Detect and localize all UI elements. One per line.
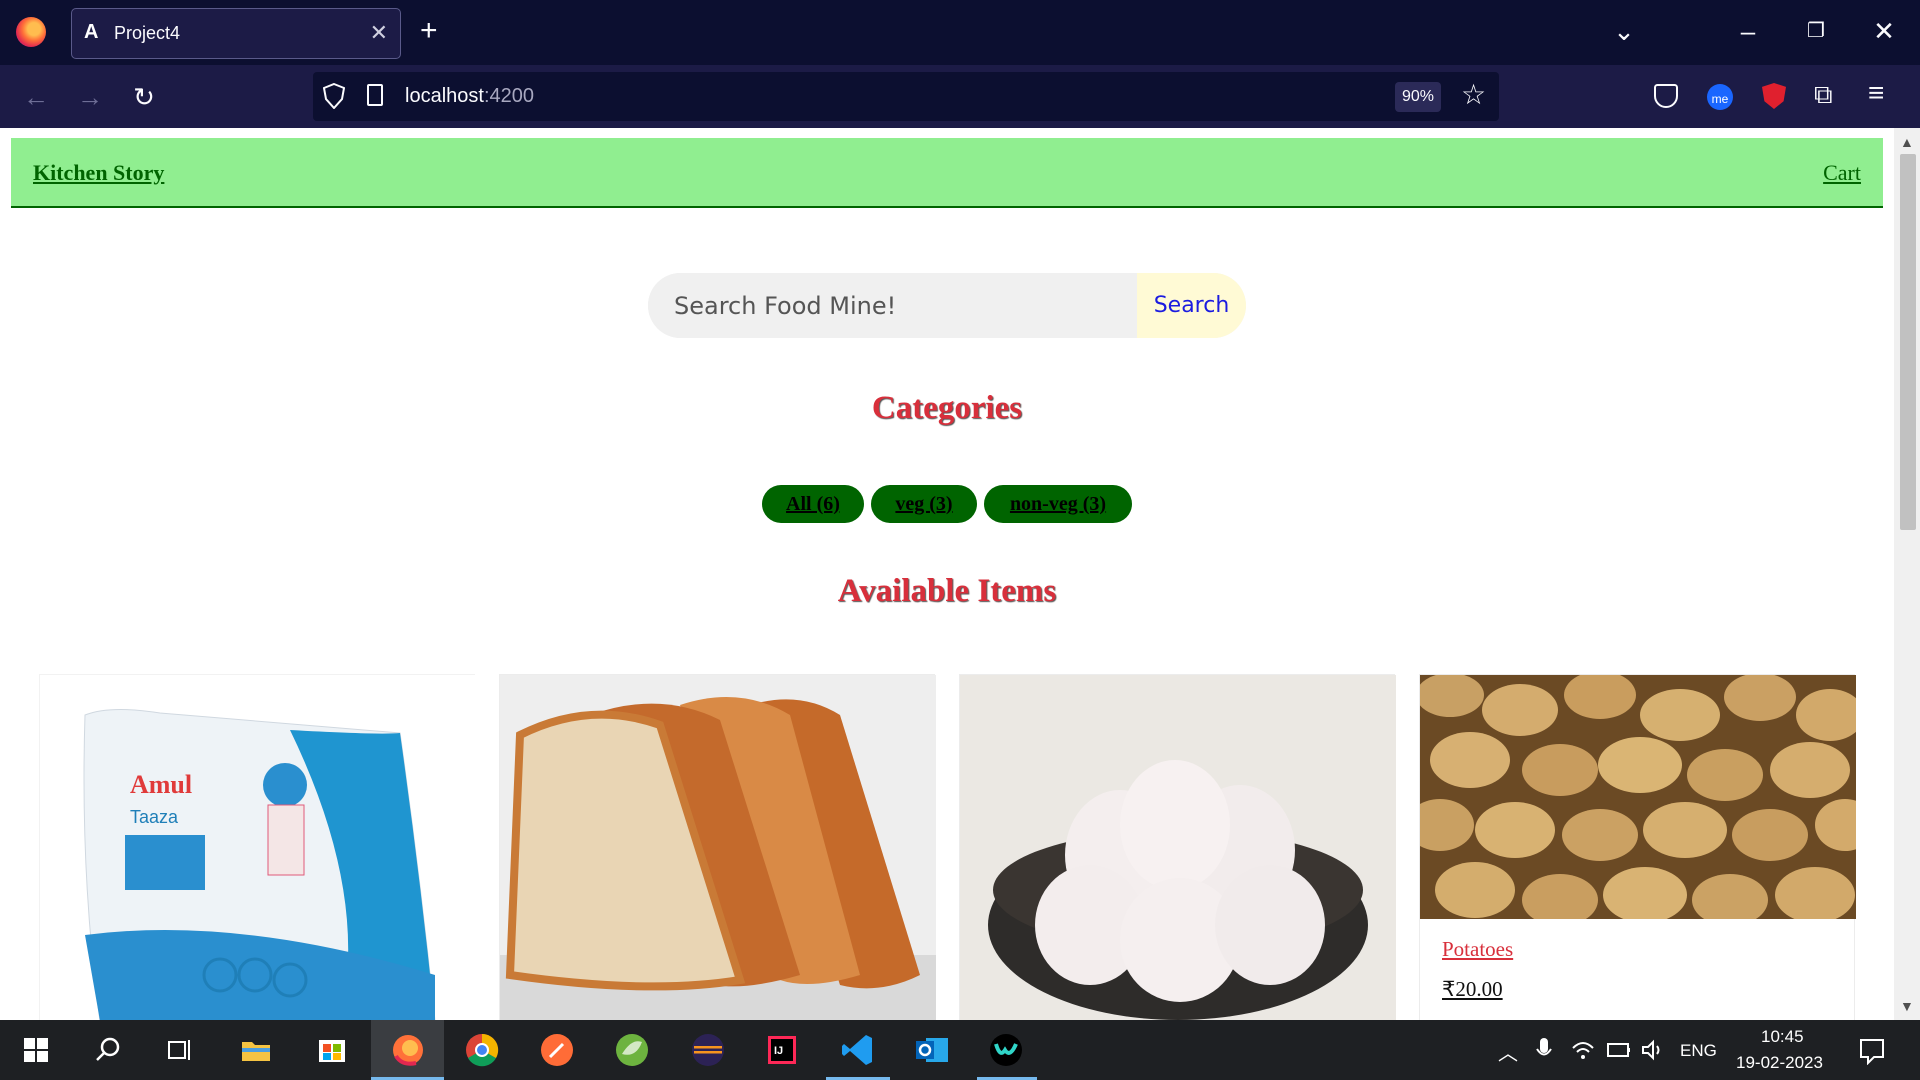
reload-icon[interactable]: ↻ — [126, 79, 162, 115]
chrome-icon[interactable] — [462, 1030, 502, 1070]
clock-date[interactable]: 19-02-2023 — [1736, 1053, 1823, 1073]
pocket-icon[interactable] — [1654, 84, 1678, 108]
page-info-icon[interactable] — [367, 84, 383, 106]
potatoes-image[interactable] — [1420, 675, 1856, 919]
tag-veg[interactable]: veg (3) — [871, 485, 977, 523]
bread-image[interactable] — [500, 675, 936, 1020]
extension-me-icon[interactable]: me — [1707, 84, 1733, 110]
search-icon[interactable] — [88, 1030, 128, 1070]
restore-icon[interactable]: ❐ — [1796, 14, 1836, 48]
bookmark-star-icon[interactable]: ☆ — [1461, 78, 1486, 111]
tab-list-icon[interactable]: ⌄ — [1604, 14, 1644, 48]
item-card[interactable]: Amul Taaza — [39, 674, 476, 1020]
file-explorer-icon[interactable] — [236, 1030, 276, 1070]
search-button[interactable]: Search — [1137, 273, 1246, 338]
menu-icon[interactable]: ≡ — [1868, 77, 1898, 108]
cart-link[interactable]: Cart — [1823, 160, 1861, 186]
page-viewport: Kitchen Story Cart Search Categories All… — [0, 128, 1920, 1020]
item-card[interactable]: Potatoes ₹20.00 — [1419, 674, 1856, 1020]
extensions-puzzle-icon[interactable]: ⧉ — [1814, 79, 1844, 109]
svg-text:Taaza: Taaza — [130, 807, 179, 827]
search-input[interactable] — [648, 273, 1137, 338]
battery-icon[interactable] — [1606, 1040, 1632, 1060]
zoom-indicator[interactable]: 90% — [1395, 82, 1441, 112]
categories-title: Categories — [871, 390, 1023, 426]
minimize-icon[interactable]: – — [1728, 14, 1768, 48]
item-card[interactable] — [959, 674, 1396, 1020]
browser-nav-bar: ← → ↻ localhost:4200 90% ☆ me ⧉ ≡ — [0, 65, 1920, 128]
intellij-icon[interactable]: IJ — [762, 1030, 802, 1070]
notification-center-icon[interactable] — [1858, 1037, 1886, 1065]
firefox-taskbar-icon[interactable] — [388, 1030, 428, 1070]
url-text[interactable]: localhost:4200 — [405, 85, 534, 108]
vscode-icon[interactable] — [838, 1030, 878, 1070]
forward-icon[interactable]: → — [72, 79, 108, 115]
item-card[interactable] — [499, 674, 936, 1020]
new-tab-icon[interactable]: + — [420, 14, 438, 48]
search-box: Search — [648, 273, 1246, 338]
url-bar[interactable]: localhost:4200 90% ☆ — [313, 72, 1499, 121]
extension-shield-icon[interactable] — [1762, 83, 1786, 109]
eclipse-icon[interactable] — [688, 1030, 728, 1070]
browser-tab-bar: A Project4 ✕ + ⌄ – ❐ ✕ — [0, 0, 1920, 65]
windows-start-icon[interactable] — [16, 1030, 56, 1070]
eggs-image[interactable] — [960, 675, 1396, 1020]
item-name[interactable]: Potatoes — [1442, 937, 1513, 962]
microsoft-store-icon[interactable] — [312, 1030, 352, 1070]
site-header: Kitchen Story Cart — [11, 138, 1883, 208]
url-port: :4200 — [483, 85, 534, 107]
brand-link[interactable]: Kitchen Story — [33, 160, 164, 186]
windows-taskbar: IJ ︿ ENG 10:45 19-02-2023 — [0, 1020, 1920, 1080]
available-items-title: Available Items — [837, 573, 1057, 609]
close-tab-icon[interactable]: ✕ — [370, 20, 388, 46]
url-host: localhost — [405, 85, 484, 107]
angular-icon: A — [84, 21, 99, 43]
language-indicator[interactable]: ENG — [1680, 1041, 1717, 1061]
scroll-down-icon[interactable]: ▼ — [1900, 998, 1914, 1014]
outlook-icon[interactable] — [912, 1030, 952, 1070]
milk-packet-image[interactable]: Amul Taaza — [40, 675, 476, 1020]
svg-text:Amul: Amul — [130, 770, 192, 799]
tag-non-veg[interactable]: non-veg (3) — [984, 485, 1132, 523]
scroll-up-icon[interactable]: ▲ — [1900, 134, 1914, 150]
microphone-icon[interactable] — [1534, 1036, 1554, 1064]
task-view-icon[interactable] — [160, 1030, 200, 1070]
volume-icon[interactable] — [1640, 1038, 1666, 1062]
tracking-shield-icon[interactable] — [323, 83, 345, 109]
tag-all[interactable]: All (6) — [762, 485, 864, 523]
item-price: ₹20.00 — [1442, 977, 1503, 1001]
postman-icon[interactable] — [537, 1030, 577, 1070]
firefox-icon[interactable] — [16, 17, 46, 47]
webex-icon[interactable] — [986, 1030, 1026, 1070]
page-scrollbar[interactable]: ▲ ▼ — [1894, 128, 1920, 1020]
back-icon[interactable]: ← — [18, 79, 54, 115]
scroll-thumb[interactable] — [1900, 154, 1916, 530]
spring-tool-icon[interactable] — [612, 1030, 652, 1070]
svg-text:IJ: IJ — [774, 1045, 783, 1057]
wifi-icon[interactable] — [1570, 1038, 1596, 1062]
window-close-icon[interactable]: ✕ — [1864, 14, 1904, 48]
tray-chevron-icon[interactable]: ︿ — [1498, 1037, 1518, 1066]
browser-tab[interactable]: A Project4 ✕ — [71, 8, 401, 59]
tab-title: Project4 — [114, 23, 181, 43]
clock-time[interactable]: 10:45 — [1761, 1027, 1804, 1047]
